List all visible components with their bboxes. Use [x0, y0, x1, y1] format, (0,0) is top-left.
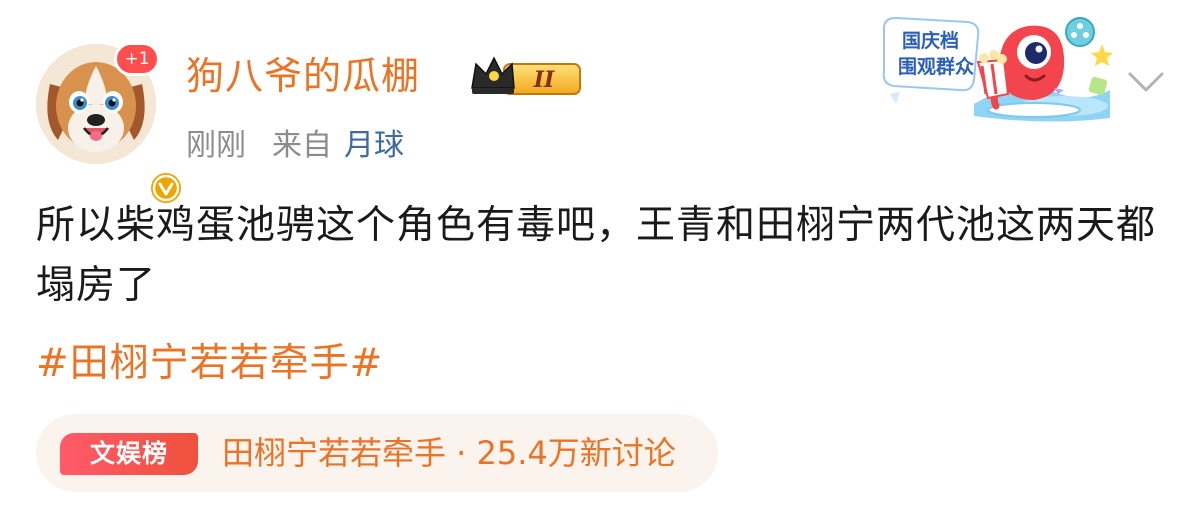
post-body-text: 所以柴鸡蛋池骋这个角色有毒吧，王青和田栩宁两代池这两天都塌房了	[36, 203, 1157, 308]
promo-line-1: 国庆档	[902, 30, 960, 52]
holiday-promo-sticker[interactable]: 国庆档 围观群众	[878, 8, 1118, 126]
post-meta: 刚刚 来自 月球	[186, 124, 404, 168]
username[interactable]: 狗八爷的瓜棚	[186, 50, 420, 102]
trending-topic-text: 田栩宁若若牵手 · 25.4万新讨论	[222, 434, 676, 472]
promo-line-2: 围观群众	[898, 56, 975, 78]
entertainment-ranking-tag: 文娱榜	[60, 433, 198, 475]
trending-topic-card[interactable]: 文娱榜 田栩宁若若牵手 · 25.4万新讨论	[36, 414, 718, 492]
avatar-container[interactable]: +1	[36, 42, 184, 206]
hashtag-link[interactable]: #田栩宁若若牵手#	[36, 334, 383, 394]
svg-text:II: II	[533, 67, 555, 93]
from-label: 来自	[272, 128, 332, 163]
more-options-chevron-down-icon[interactable]	[1124, 64, 1168, 100]
vip-crown-badge[interactable]: II	[468, 54, 584, 100]
source-link[interactable]: 月球	[344, 128, 404, 163]
post-time: 刚刚	[186, 128, 246, 163]
new-count-badge: +1	[114, 42, 160, 76]
